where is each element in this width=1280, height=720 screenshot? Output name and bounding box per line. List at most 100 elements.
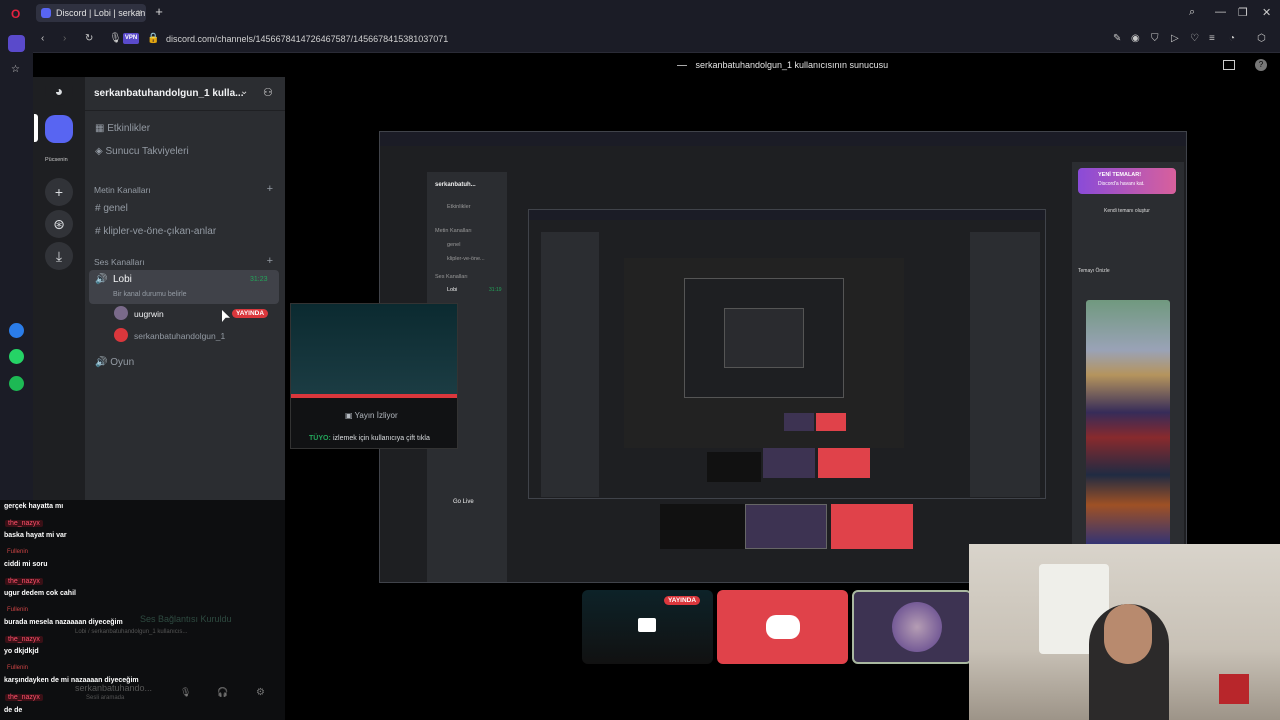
avatar-tile[interactable] [852, 590, 972, 664]
download-icon[interactable]: ⤓ [45, 242, 73, 270]
boost-label: Sunucu Takviyeleri [105, 146, 189, 157]
nested-tile-discord [818, 448, 870, 478]
nested-theme-new: YENİ TEMALAR! [1098, 172, 1142, 178]
events-item[interactable]: ▦ Etkinlikler [95, 123, 150, 134]
reload-icon[interactable]: ↻ [85, 33, 93, 44]
server-icon[interactable] [45, 115, 73, 143]
nested-tile-discord [816, 413, 846, 431]
boost-item[interactable]: ◈ Sunucu Takviyeleri [95, 146, 189, 157]
screen-share-icon [676, 65, 687, 67]
forward-icon[interactable]: › [63, 33, 66, 44]
nested-item: Lobi [447, 287, 458, 293]
selected-pill [34, 114, 38, 142]
text-category[interactable]: Metin Kanalları [94, 185, 151, 195]
add-server-icon[interactable]: + [45, 178, 73, 206]
discord-favicon-icon [41, 8, 51, 18]
discord-tile[interactable] [717, 590, 848, 664]
popout-icon[interactable] [1223, 60, 1235, 70]
camera-icon[interactable]: ◉ [1131, 33, 1140, 44]
stream-title: serkanbatuhandolgun_1 kullanıcısının sun… [695, 60, 889, 70]
nested-go-live: Go Live [453, 499, 474, 505]
member-name[interactable]: uugrwin [134, 309, 164, 319]
tab-title: Discord | Lobi | serkan [56, 8, 146, 18]
stream-tile[interactable]: YAYINDA [582, 590, 713, 664]
discord-home-icon[interactable]: ◕ [45, 77, 73, 105]
mic-icon[interactable]: 🎙 [109, 33, 122, 44]
guild-label: Pücsenin [45, 157, 68, 163]
chat-message: burada mesela nazaaaan diyeceğim [4, 619, 123, 626]
shield-icon[interactable]: ⛉ [1151, 33, 1159, 44]
invite-icon[interactable]: ⚇ [263, 86, 273, 99]
edit-icon[interactable]: ✎ [1113, 33, 1121, 44]
voice-category[interactable]: Ses Kanalları [94, 257, 145, 267]
avatar [114, 328, 128, 342]
channel-label: klipler-ve-öne-çıkan-anlar [103, 226, 217, 237]
gear-icon[interactable]: ⚙ [256, 687, 265, 698]
live-bar [291, 394, 457, 398]
voice-connected-label: Ses Bağlantısı Kuruldu [140, 614, 232, 624]
mic-icon[interactable]: 🎙 [180, 687, 191, 698]
menu-icon[interactable]: ≡ [1209, 33, 1215, 44]
voice-channel-lobi[interactable]: 🔊 Lobi 31:23 Bir kanal durumu belirle [89, 270, 279, 304]
nested-theme-panel: YENİ TEMALAR! Discord'a havanı kat. Kend… [1072, 162, 1184, 580]
heart-icon[interactable]: ♡ [1190, 33, 1199, 44]
nested-item: genel [447, 242, 461, 248]
add-voice-channel-icon[interactable]: + [267, 255, 273, 267]
channel-klipler[interactable]: # klipler-ve-öne-çıkan-anlar [95, 226, 216, 237]
stream-title-bar: serkanbatuhandolgun_1 kullanıcısının sun… [285, 53, 1280, 77]
voice-channel-label: Oyun [110, 357, 135, 368]
avatar [114, 306, 128, 320]
browser-tab-bar: O Discord | Lobi | serkan × + ⌕ — ❐ ✕ [0, 0, 1280, 26]
whatsapp-icon[interactable] [9, 349, 24, 364]
user-status: Sesli aramada [86, 695, 125, 701]
voice-status[interactable]: Bir kanal durumu belirle [113, 291, 187, 298]
voice-timer: 31:23 [250, 276, 268, 283]
profile-icon[interactable]: ◔ [1229, 33, 1235, 44]
chat-message: baska hayat mi var [4, 532, 67, 539]
vpn-badge[interactable]: VPN [123, 33, 139, 44]
chevron-down-icon[interactable]: ⌄ [240, 86, 248, 97]
tab-discord[interactable]: Discord | Lobi | serkan × [36, 4, 146, 22]
opera-logo-icon[interactable]: O [11, 7, 20, 21]
divider [85, 110, 285, 111]
server-list: ◕ Pücsenin + ⊛ ⤓ [33, 77, 85, 507]
maximize-icon[interactable]: ❐ [1238, 6, 1248, 19]
new-tab-button[interactable]: + [152, 5, 166, 19]
extensions-icon[interactable]: ⬡ [1257, 33, 1266, 44]
user-name[interactable]: serkanbatuhando... [75, 683, 152, 693]
messenger-icon[interactable] [9, 323, 24, 338]
nested-tile-avatar [763, 448, 815, 478]
star-icon[interactable]: ☆ [11, 64, 20, 75]
minimize-icon[interactable]: — [1215, 6, 1226, 18]
nested-theme-panel [970, 232, 1040, 497]
avatar [892, 602, 942, 652]
back-icon[interactable]: ‹ [41, 33, 44, 44]
member-name[interactable]: serkanbatuhandolgun_1 [134, 331, 225, 341]
chat-badge: Fullenin [7, 549, 29, 555]
discover-icon[interactable]: ⊛ [45, 210, 73, 238]
play-icon[interactable]: ▷ [1171, 33, 1179, 44]
tip-text: izlemek için kullanıcıya çift tıkla [333, 435, 430, 442]
home-icon[interactable] [8, 35, 25, 52]
voice-connected-sub: Lobi / serkanbatuhandolgun_1 kullanıcıs.… [75, 629, 188, 635]
stream-preview-popup[interactable]: ▣ Yayın İzliyor TÜYO: izlemek için kulla… [290, 303, 458, 449]
nested-browser-bar [529, 210, 1045, 220]
voice-channel-label: Lobi [113, 274, 132, 285]
search-icon[interactable]: ⌕ [1189, 6, 1195, 19]
channel-label: genel [103, 203, 128, 214]
url-text[interactable]: discord.com/channels/1456678414726467587… [166, 34, 448, 44]
server-name[interactable]: serkanbatuhandolgun_1 kulla... [94, 88, 243, 99]
close-tab-icon[interactable]: × [137, 7, 142, 17]
chat-message: ugur dedem cok cahil [4, 590, 76, 597]
voice-channel-oyun[interactable]: 🔊 Oyun [95, 357, 134, 368]
mouse-cursor-icon [222, 310, 230, 322]
channel-genel[interactable]: # genel [95, 203, 128, 214]
spotify-icon[interactable] [9, 376, 24, 391]
headphones-icon[interactable]: 🎧 [217, 687, 228, 698]
close-window-icon[interactable]: ✕ [1262, 6, 1271, 19]
add-text-channel-icon[interactable]: + [267, 183, 273, 195]
nested-theme-swatches [1086, 300, 1170, 550]
nested-tile-screen [707, 452, 761, 482]
nested-tile-avatar [784, 413, 814, 431]
help-icon[interactable]: ? [1255, 59, 1267, 71]
